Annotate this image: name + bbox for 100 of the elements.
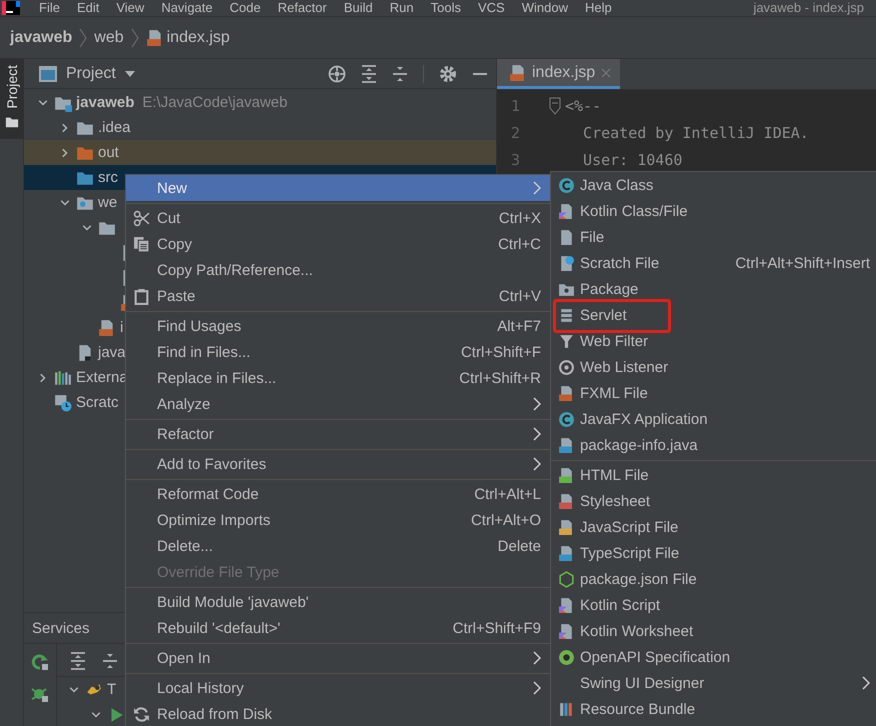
- menu-item[interactable]: Reformat Code Ctrl+Alt+L: [126, 481, 550, 507]
- menu-item[interactable]: Replace in Files... Ctrl+Shift+R: [126, 365, 550, 391]
- shortcut-text: Ctrl+C: [498, 236, 541, 252]
- path-text: E:\JavaCode\javaweb: [142, 94, 288, 111]
- menu-item[interactable]: Navigate: [161, 0, 213, 16]
- funnel-icon: [558, 332, 574, 350]
- menu-item[interactable]: package-info.java: [551, 432, 876, 458]
- menu-item[interactable]: Build Module 'javaweb': [126, 589, 550, 615]
- json-file-icon: [558, 570, 574, 588]
- reload-icon: [132, 706, 150, 722]
- menu-item[interactable]: Scratch File Ctrl+Alt+Shift+Insert: [551, 250, 876, 276]
- panel-title[interactable]: Project: [66, 64, 116, 82]
- collapse-all-icon[interactable]: [101, 652, 119, 670]
- menu-item[interactable]: Find Usages Alt+F7: [126, 313, 550, 339]
- tool-window-tab[interactable]: Project: [0, 59, 24, 139]
- menu-item[interactable]: Optimize Imports Ctrl+Alt+O: [126, 507, 550, 533]
- chevron-right-icon: [130, 26, 140, 48]
- shortcut-text: Ctrl+Alt+O: [470, 512, 541, 528]
- tree-item[interactable]: src: [98, 169, 118, 186]
- menu-item[interactable]: Web Listener: [551, 354, 876, 380]
- menu-item[interactable]: Refactor: [278, 0, 327, 16]
- menu-item[interactable]: Code: [230, 0, 261, 16]
- menu-item[interactable]: View: [116, 0, 144, 16]
- code-line: User: 10460: [582, 150, 682, 168]
- menu-item[interactable]: Refactor: [126, 421, 550, 447]
- collapse-all-icon[interactable]: [392, 64, 408, 82]
- css-file-icon: [558, 492, 574, 510]
- menu-item[interactable]: JavaFX Application: [551, 406, 876, 432]
- menu-item[interactable]: Local History: [126, 675, 550, 701]
- menu-item[interactable]: Edit: [76, 0, 100, 16]
- menu-item[interactable]: Add to Favorites: [126, 451, 550, 477]
- menu-item[interactable]: Servlet: [551, 302, 876, 328]
- editor-tab[interactable]: index.jsp: [497, 59, 620, 89]
- class-icon: [558, 176, 574, 194]
- tree-item[interactable]: javaweb: [76, 94, 134, 111]
- menu-item[interactable]: Tools: [430, 0, 461, 16]
- scratches-icon: [54, 394, 72, 412]
- shortcut-text: Ctrl+V: [498, 288, 541, 304]
- menu-item[interactable]: TypeScript File: [551, 540, 876, 566]
- menu-item[interactable]: Find in Files... Ctrl+Shift+F: [126, 339, 550, 365]
- menu-item[interactable]: Kotlin Script: [551, 592, 876, 618]
- menu-item[interactable]: JavaScript File: [551, 514, 876, 540]
- menu-item[interactable]: Window: [522, 0, 568, 16]
- shortcut-text: Ctrl+Shift+F: [460, 344, 541, 360]
- shortcut-text: Delete: [498, 538, 541, 554]
- listener-icon: [558, 358, 574, 376]
- caret-down-icon[interactable]: [124, 70, 136, 78]
- menu-item[interactable]: Build: [344, 0, 373, 16]
- menu-item[interactable]: Package: [551, 276, 876, 302]
- tree-item[interactable]: T: [107, 681, 116, 698]
- shortcut-text: Ctrl+Shift+F9: [452, 620, 541, 636]
- tree-item[interactable]: .idea: [98, 119, 131, 136]
- menu-item[interactable]: Web Filter: [551, 328, 876, 354]
- breadcrumb[interactable]: index.jsp: [166, 28, 230, 46]
- js-file-icon: [558, 518, 574, 536]
- menu-item[interactable]: Kotlin Class/File: [551, 198, 876, 224]
- menu-item[interactable]: HTML File: [551, 462, 876, 488]
- menu-item[interactable]: Swing UI Designer: [551, 670, 876, 696]
- menu-item[interactable]: File: [551, 224, 876, 250]
- menu-item[interactable]: Java Class: [551, 172, 876, 198]
- breadcrumb[interactable]: web: [94, 28, 124, 46]
- shortcut-text: Ctrl+Alt+L: [474, 486, 541, 502]
- menu-item[interactable]: Copy Ctrl+C: [126, 231, 550, 257]
- menu-item[interactable]: Stylesheet: [551, 488, 876, 514]
- tree-item[interactable]: i: [120, 319, 124, 336]
- menu-item[interactable]: Cut Ctrl+X: [126, 205, 550, 231]
- expand-all-icon[interactable]: [69, 652, 87, 670]
- line-number: 3: [510, 150, 522, 168]
- menu-item[interactable]: Run: [390, 0, 414, 16]
- settings-icon[interactable]: [439, 64, 457, 82]
- menu-item[interactable]: Delete... Delete: [126, 533, 550, 559]
- expand-all-icon[interactable]: [361, 64, 377, 82]
- tree-item[interactable]: java: [98, 344, 126, 361]
- menu-item[interactable]: New: [126, 175, 550, 201]
- menu-item[interactable]: Help: [584, 0, 612, 16]
- tree-item[interactable]: Scratc: [76, 394, 119, 411]
- breadcrumb[interactable]: javaweb: [10, 28, 72, 46]
- menu-item[interactable]: FXML File: [551, 380, 876, 406]
- tree-item[interactable]: out: [98, 144, 119, 161]
- bundle-icon: [558, 700, 574, 718]
- menu-item[interactable]: Open In: [126, 645, 550, 671]
- menu-item[interactable]: Analyze: [126, 391, 550, 417]
- chevron-right-icon: [78, 26, 88, 48]
- menu-item[interactable]: OpenAPI Specification: [551, 644, 876, 670]
- menu-item[interactable]: Rebuild '<default>' Ctrl+Shift+F9: [126, 615, 550, 641]
- menu-item[interactable]: Kotlin Worksheet: [551, 618, 876, 644]
- menu-item[interactable]: Copy Path/Reference...: [126, 257, 550, 283]
- folder-icon: [5, 114, 19, 129]
- class-icon: [558, 410, 574, 428]
- locate-icon[interactable]: [328, 64, 346, 82]
- rerun-icon[interactable]: [30, 652, 50, 672]
- panel-title[interactable]: Services: [32, 620, 90, 636]
- fold-marker-icon[interactable]: [549, 96, 561, 114]
- menu-item[interactable]: VCS: [478, 0, 505, 16]
- menu-item[interactable]: Paste Ctrl+V: [126, 283, 550, 309]
- tree-item[interactable]: we: [98, 194, 118, 211]
- menu-item[interactable]: File: [39, 0, 60, 16]
- menu-item[interactable]: package.json File: [551, 566, 876, 592]
- menu-item[interactable]: Resource Bundle: [551, 696, 876, 722]
- menu-item[interactable]: Reload from Disk: [126, 701, 550, 726]
